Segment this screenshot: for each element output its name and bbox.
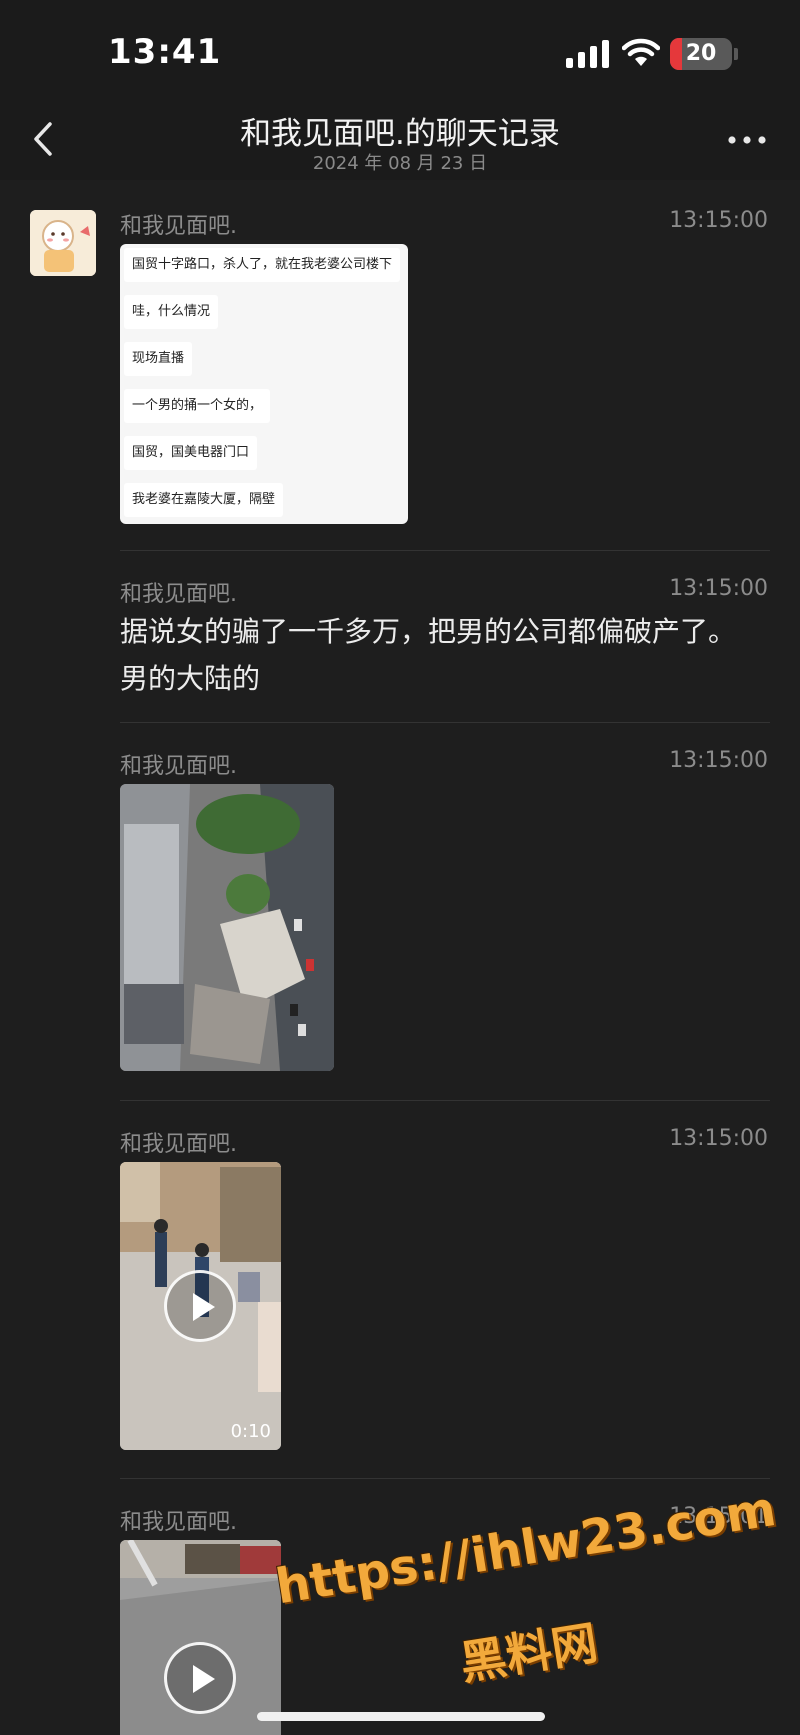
video-duration: 0:10 xyxy=(230,1421,271,1442)
battery-percent: 20 xyxy=(685,41,717,66)
forwarded-line: 一个男的捅一个女的， xyxy=(124,389,271,423)
play-button[interactable] xyxy=(164,1270,236,1342)
status-time: 13:41 xyxy=(108,32,222,72)
wifi-icon xyxy=(622,38,660,66)
forwarded-line: 我老婆在嘉陵大厦，隔壁 xyxy=(124,483,284,517)
message-time: 13:15:00 xyxy=(669,748,768,773)
forwarded-line: 国贸十字路口，杀人了，就在我老婆公司楼下 xyxy=(124,248,401,282)
forwarded-chat-card[interactable]: 国贸十字路口，杀人了，就在我老婆公司楼下 哇，什么情况 现场直播 一个男的捅一个… xyxy=(120,244,408,524)
message-item: 和我见面吧. 13:15:00 0:10 xyxy=(0,1100,800,1479)
play-button[interactable] xyxy=(164,1642,236,1714)
message-time: 13:15:00 xyxy=(669,1126,768,1151)
video-thumbnail[interactable] xyxy=(120,1540,281,1735)
cellular-signal-icon xyxy=(566,40,609,68)
chat-date: 2024 年 08 月 23 日 xyxy=(312,153,488,174)
cartoon-avatar-icon xyxy=(30,210,96,276)
message-text: 据说女的骗了一千多万，把男的公司都偏破产了。男的大陆的 xyxy=(120,615,737,695)
home-indicator[interactable] xyxy=(257,1712,545,1721)
more-dots-icon xyxy=(728,136,766,144)
message-time: 13:15:00 xyxy=(669,208,768,233)
battery-tip xyxy=(734,48,738,60)
image-thumbnail[interactable] xyxy=(120,784,334,1071)
message-time: 13:15:00 xyxy=(669,576,768,601)
message-item: 和我见面吧. 13:15:00 国贸十字路口，杀人了，就在我老婆公司楼下 哇，什… xyxy=(0,180,800,552)
status-bar: 13:41 20 xyxy=(0,0,800,100)
play-icon xyxy=(193,1665,215,1693)
aerial-photo-image xyxy=(120,784,334,1071)
forwarded-line: 哇，什么情况 xyxy=(124,295,219,329)
divider xyxy=(120,550,770,551)
forwarded-line: 现场直播 xyxy=(124,342,193,376)
nav-bar: 和我见面吧.的聊天记录 2024 年 08 月 23 日 xyxy=(0,100,800,180)
message-item: 和我见面吧. 13:15:00 据说女的骗了一千多万，把男的公司都偏破产了。男的… xyxy=(0,552,800,723)
sender-name: 和我见面吧. xyxy=(120,1132,237,1157)
sender-name: 和我见面吧. xyxy=(120,754,237,779)
sender-name: 和我见面吧. xyxy=(120,1510,237,1535)
sender-name: 和我见面吧. xyxy=(120,582,237,607)
page-title: 和我见面吧.的聊天记录 xyxy=(240,116,560,152)
forwarded-line: 国贸，国美电器门口 xyxy=(124,436,258,470)
sender-name: 和我见面吧. xyxy=(120,214,237,239)
message-item: 和我见面吧. 13:15:00 xyxy=(0,722,800,1101)
video-thumbnail[interactable]: 0:10 xyxy=(120,1162,281,1450)
battery-indicator: 20 xyxy=(670,38,732,70)
play-icon xyxy=(193,1293,215,1321)
avatar[interactable] xyxy=(30,210,96,276)
more-button[interactable] xyxy=(722,120,772,160)
